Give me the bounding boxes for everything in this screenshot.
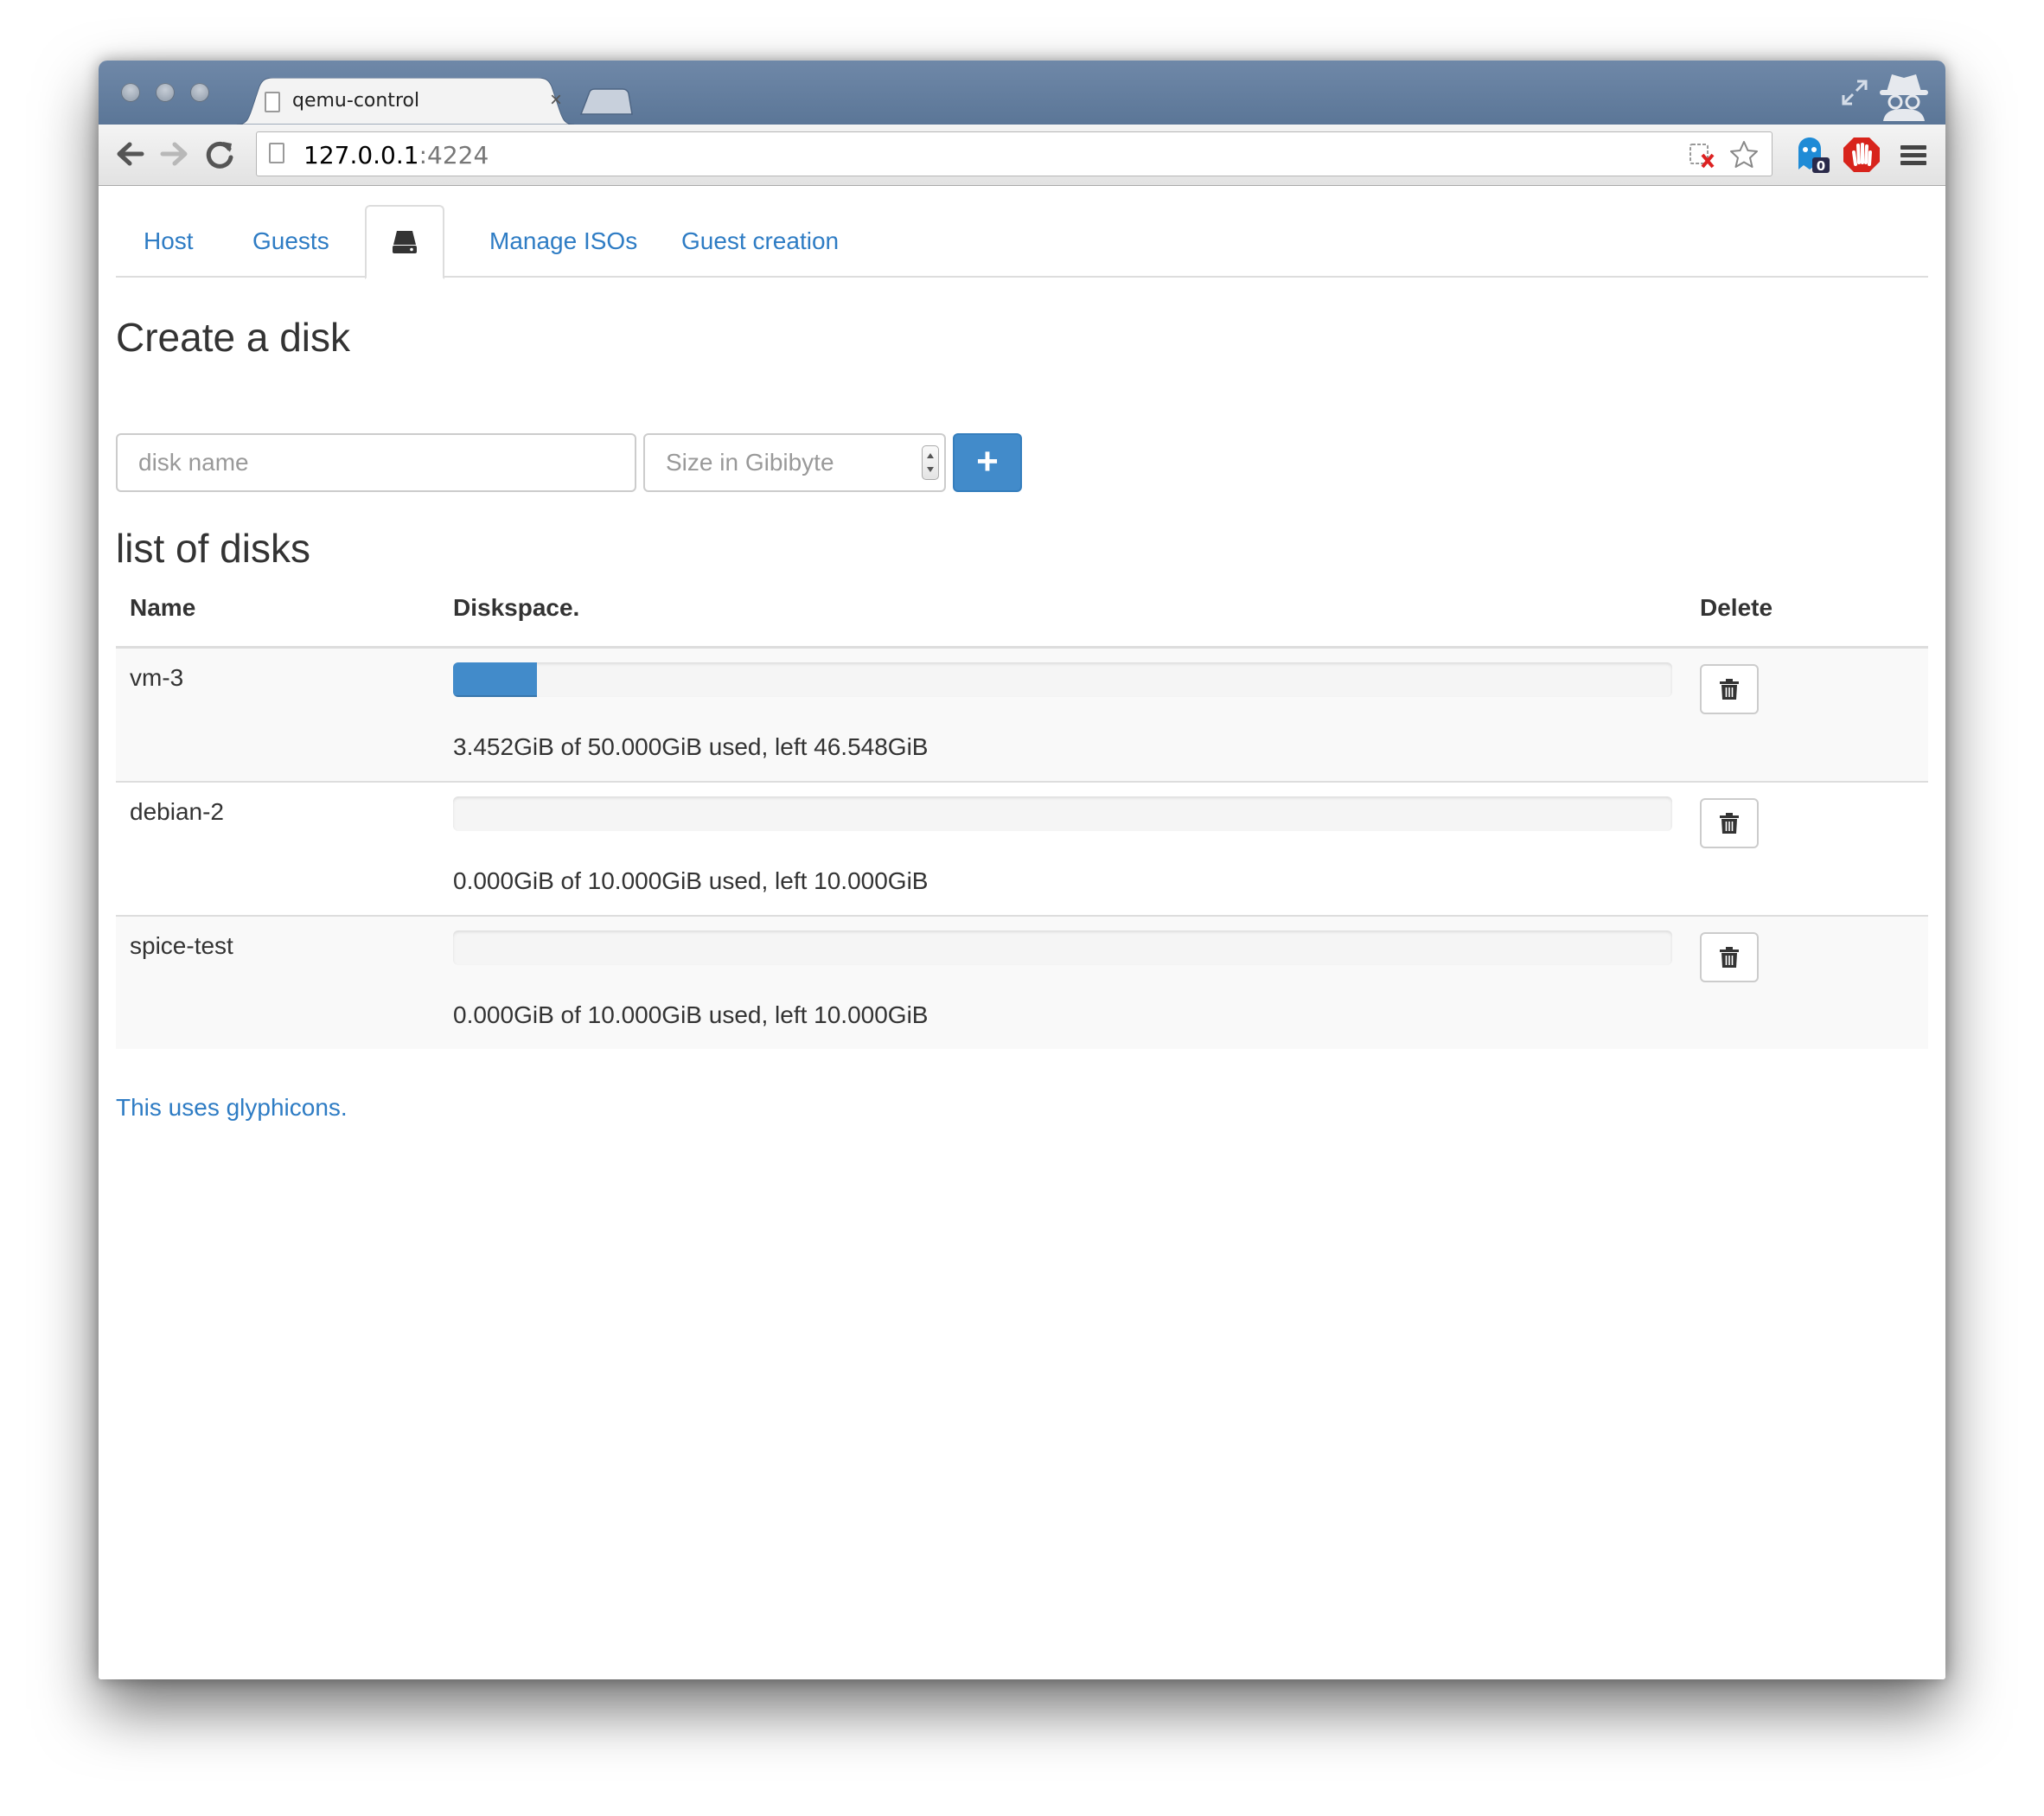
url-host: 127.0.0.1 [303,141,419,169]
disk-usage-progress [453,662,1672,697]
disk-name: debian-2 [130,798,224,825]
tab-disks[interactable] [365,205,444,279]
add-disk-button[interactable]: + [953,433,1022,492]
delete-disk-button[interactable] [1700,664,1759,714]
table-row: debian-2 0.000GiB of 10.000GiB used, lef… [116,783,1928,917]
tab-title: qemu-control [292,90,420,112]
close-window-icon[interactable] [121,83,140,102]
spinner-up-icon[interactable] [927,453,934,458]
screenshot-stage: qemu-control × 127.0.0.1:4224 0 Host Gue… [0,0,2044,1816]
table-row: vm-3 3.452GiB of 50.000GiB used, left 46… [116,649,1928,783]
tab-host[interactable]: Host [118,205,220,278]
zoom-window-icon[interactable] [190,83,209,102]
forward-arrow-icon[interactable] [157,137,192,171]
url-text: 127.0.0.1:4224 [303,141,489,169]
blocked-plugin-icon[interactable] [1687,139,1718,170]
table-header: Name Diskspace. Delete [116,577,1928,649]
disk-list-heading: list of disks [116,526,310,571]
bookmark-star-icon[interactable] [1728,139,1760,170]
tab-manage-isos[interactable]: Manage ISOs [463,205,663,278]
disk-size-input[interactable] [643,433,946,492]
adblock-extension-icon[interactable] [1842,135,1881,175]
hdd-icon [393,231,417,253]
spinner-down-icon[interactable] [927,467,934,472]
delete-disk-button[interactable] [1700,932,1759,982]
disk-usage-text: 0.000GiB of 10.000GiB used, left 10.000G… [453,867,929,894]
trash-icon [1720,947,1739,968]
ghostery-extension-icon[interactable]: 0 [1792,135,1831,175]
glyphicons-link[interactable]: This uses glyphicons. [116,1094,348,1122]
title-bar: qemu-control × [99,61,1945,125]
trash-icon [1720,813,1739,834]
new-tab-icon[interactable] [579,88,633,116]
back-arrow-icon[interactable] [112,137,147,171]
page-info-icon[interactable] [269,143,284,163]
column-header-name: Name [130,594,196,621]
page-content: Host Guests Manage ISOs Guest creation C… [99,186,1945,1679]
create-disk-heading: Create a disk [116,315,351,360]
tab-guest-creation[interactable]: Guest creation [655,205,865,278]
column-header-delete: Delete [1700,594,1773,621]
incognito-icon [1880,74,1928,121]
url-port: :4224 [418,141,489,169]
disk-size-field [643,433,946,492]
fullscreen-icon[interactable] [1840,78,1869,107]
chrome-menu-icon[interactable] [1900,145,1926,166]
tab-close-icon[interactable]: × [550,88,562,112]
reload-icon[interactable] [202,137,237,171]
browser-tab[interactable]: qemu-control × [237,78,574,125]
disk-name-input[interactable] [116,433,636,492]
tab-guests[interactable]: Guests [227,205,355,278]
address-bar[interactable]: 127.0.0.1:4224 [256,131,1773,176]
disk-usage-progress [453,796,1672,831]
table-row: spice-test 0.000GiB of 10.000GiB used, l… [116,917,1928,1049]
delete-disk-button[interactable] [1700,798,1759,848]
disk-name: vm-3 [130,664,184,691]
disk-usage-progress [453,930,1672,965]
nav-tabs: Host Guests Manage ISOs Guest creation [116,205,1928,279]
disk-usage-bar [453,662,538,697]
size-spinner[interactable] [922,445,939,480]
page-icon [265,92,280,112]
browser-toolbar: 127.0.0.1:4224 0 [99,125,1945,186]
minimize-window-icon[interactable] [156,83,175,102]
browser-window: qemu-control × 127.0.0.1:4224 0 Host Gue… [99,61,1945,1679]
trash-icon [1720,679,1739,700]
disk-table: Name Diskspace. Delete vm-3 3.452GiB of … [116,577,1928,1049]
column-header-diskspace: Diskspace. [453,594,580,621]
disk-name: spice-test [130,932,233,959]
disk-usage-text: 3.452GiB of 50.000GiB used, left 46.548G… [453,733,929,760]
ext-badge: 0 [1817,158,1825,174]
disk-usage-text: 0.000GiB of 10.000GiB used, left 10.000G… [453,1001,929,1028]
